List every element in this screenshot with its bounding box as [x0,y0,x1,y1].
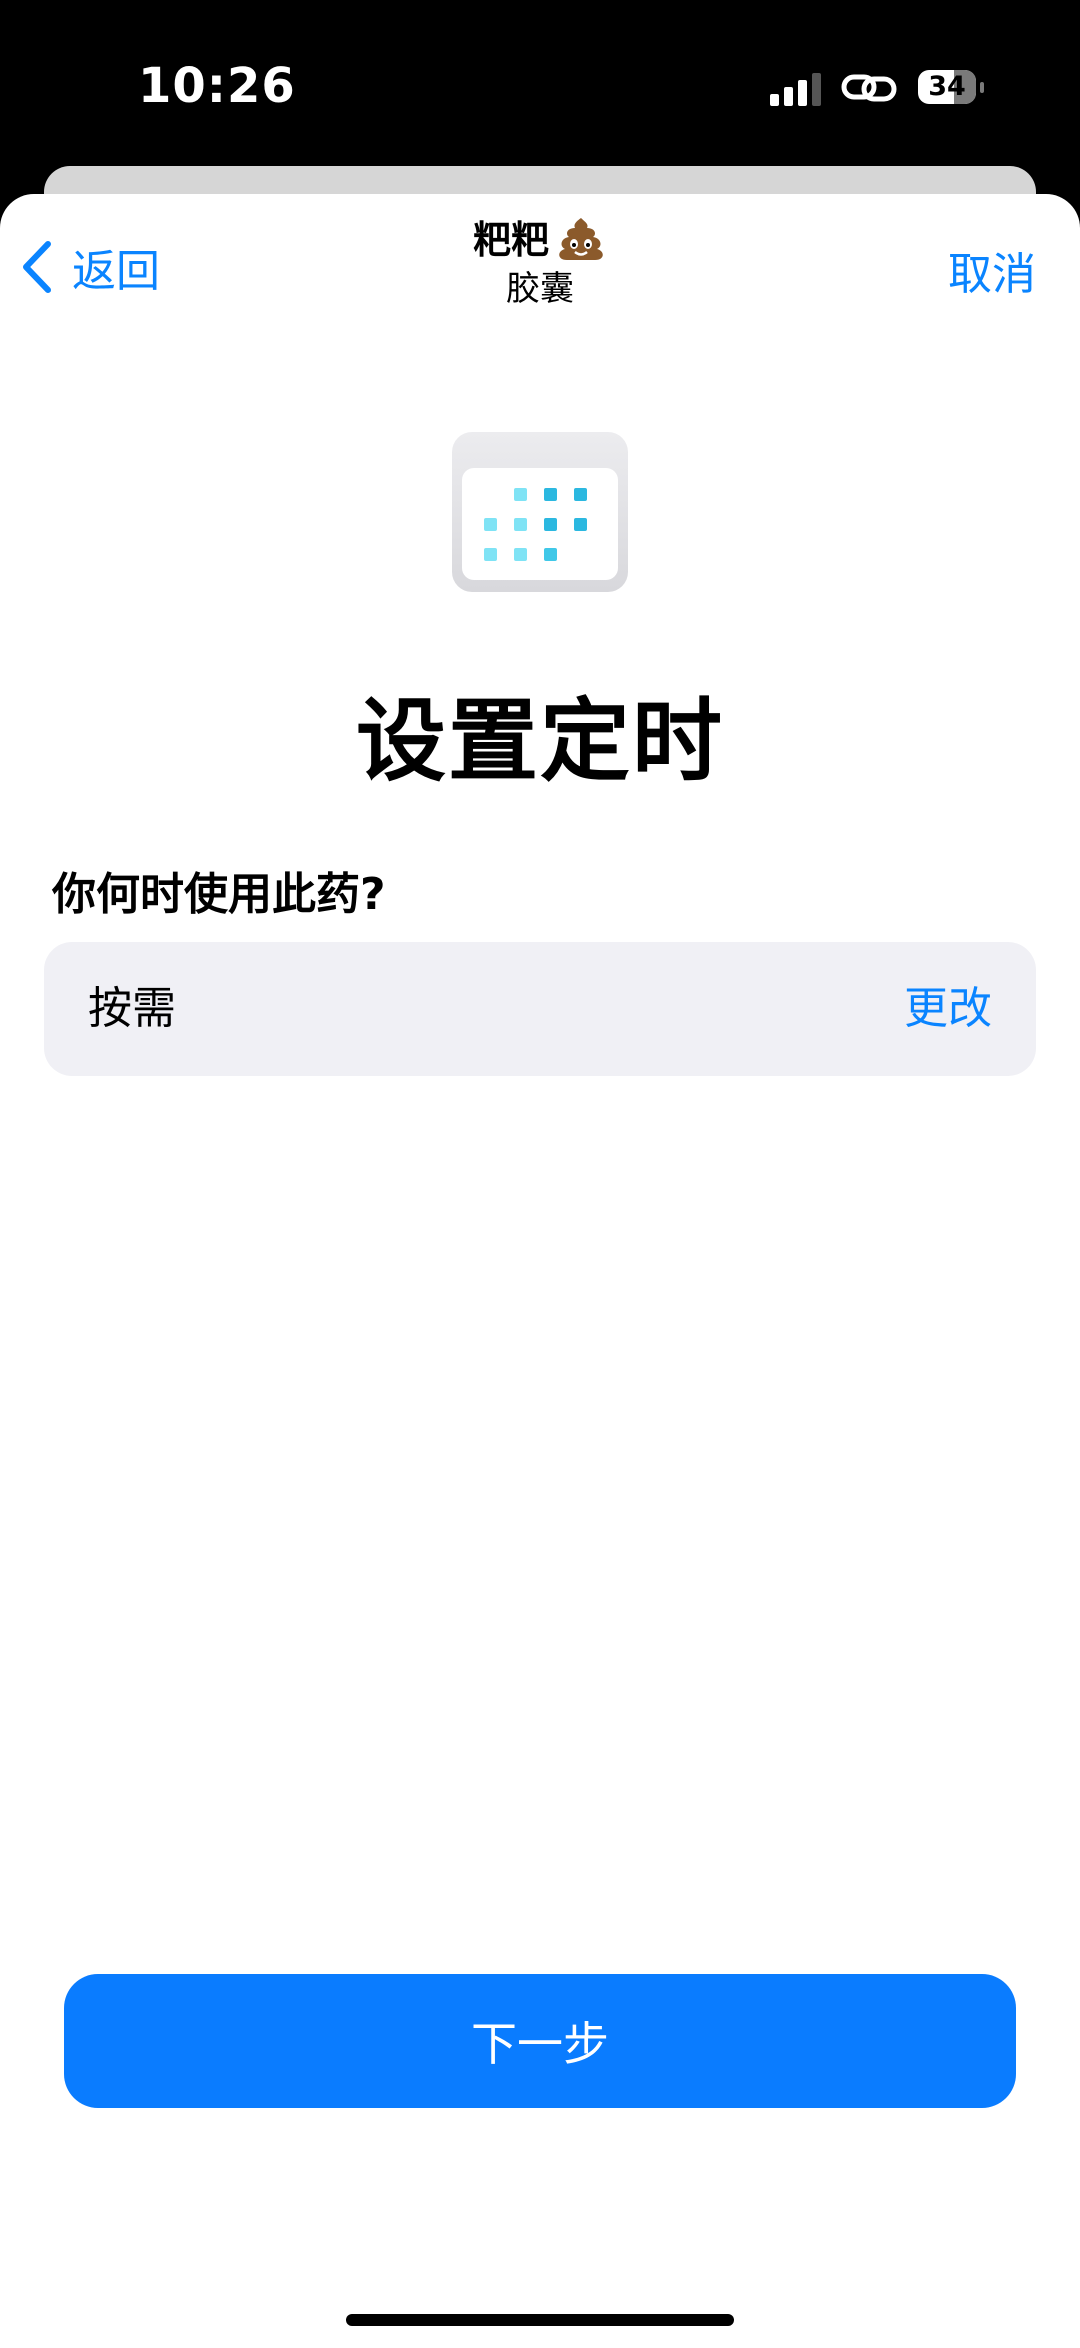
battery-level: 34 [928,71,966,102]
nav-title: 粑粑 胶囊 [0,216,1080,312]
schedule-value: 按需 [88,983,176,1034]
link-icon [841,74,897,102]
status-time: 10:26 [138,58,296,114]
calendar-icon [452,432,628,592]
change-schedule-button[interactable]: 更改 [904,942,992,1076]
poop-icon [559,217,603,260]
medication-form: 胶囊 [506,269,574,309]
home-indicator[interactable] [346,2314,734,2326]
cancel-button[interactable]: 取消 [948,238,1036,302]
modal-sheet: 返回 粑粑 胶囊 取消 设置定时 你何时使用此药? 按需 更改 下一步 [0,194,1080,2348]
medication-name: 粑粑 [472,218,549,262]
signal-icon [770,72,822,106]
page-title: 设置定时 [356,689,724,794]
schedule-row: 按需 更改 [44,942,1036,1076]
status-bar: 10:26 34 [0,0,1080,170]
schedule-question: 你何时使用此药? [52,869,386,920]
battery-icon: 34 [918,70,984,106]
next-button[interactable]: 下一步 [64,1974,1016,2108]
